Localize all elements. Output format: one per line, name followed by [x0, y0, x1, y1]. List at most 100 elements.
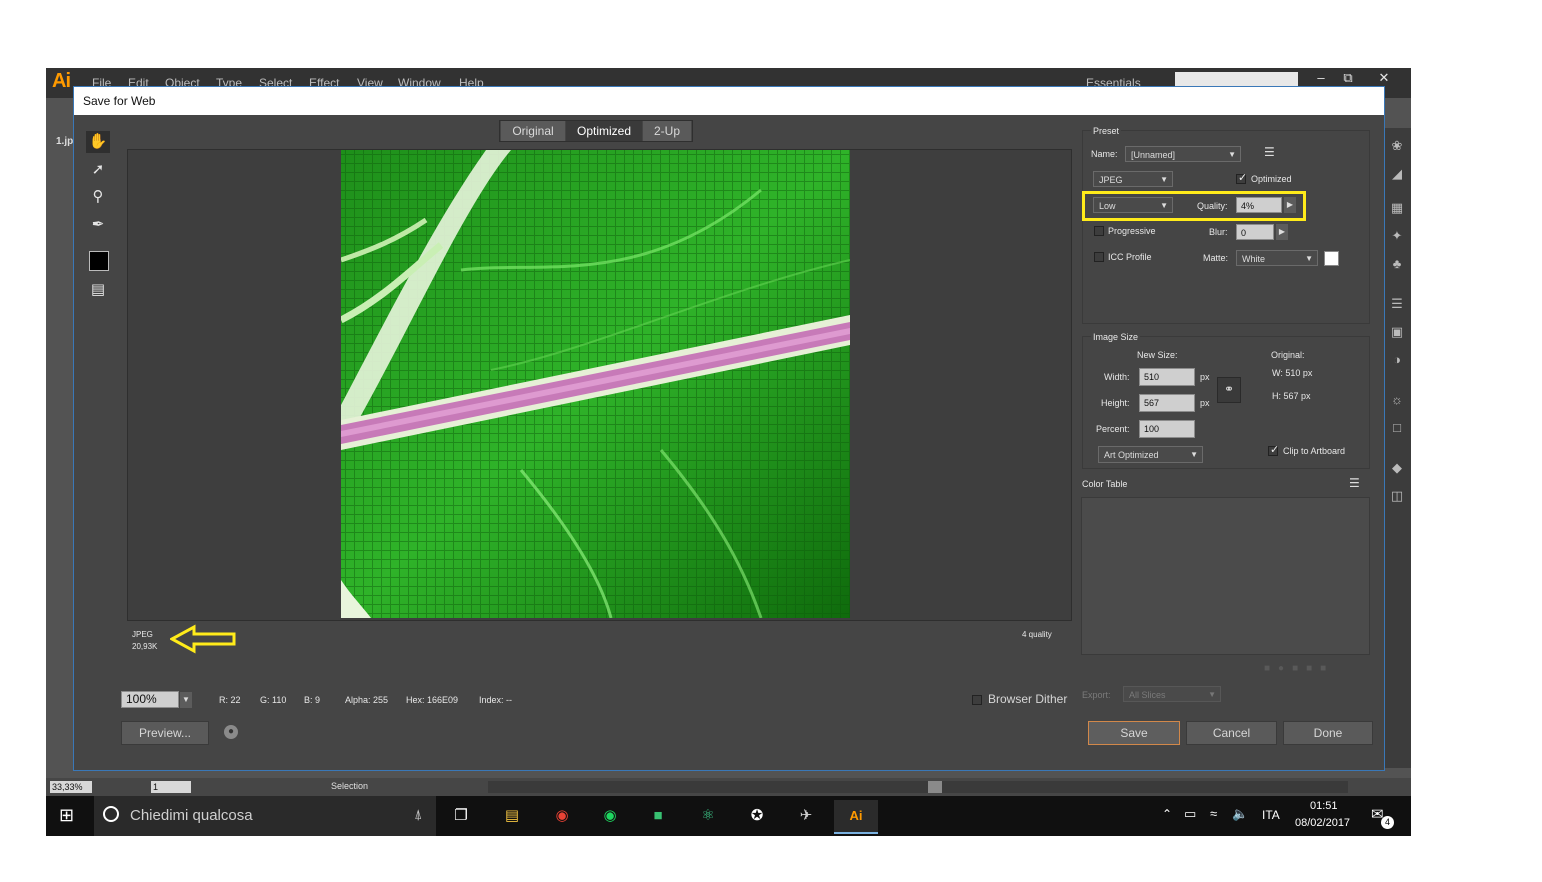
optimized-preview-image[interactable]: [341, 150, 850, 618]
matte-dropdown[interactable]: White ▼: [1236, 250, 1318, 266]
illustrator-taskbar-icon[interactable]: Ai: [834, 800, 878, 834]
slack-icon[interactable]: ✪: [737, 800, 777, 832]
preset-name-dropdown[interactable]: [Unnamed] ▼: [1125, 146, 1241, 162]
progressive-checkbox[interactable]: [1094, 226, 1104, 236]
clip-to-artboard-label: Clip to Artboard: [1283, 446, 1346, 456]
preview-button[interactable]: Preview...: [121, 721, 209, 745]
evernote-icon[interactable]: ■: [638, 800, 678, 832]
windows-start-icon[interactable]: ⊞: [59, 805, 74, 826]
spotify-icon[interactable]: ◉: [590, 800, 630, 832]
restore-icon[interactable]: ⧉: [1336, 70, 1360, 86]
wifi-icon[interactable]: ≈: [1210, 806, 1217, 821]
tab-original[interactable]: Original: [501, 121, 565, 141]
color-table-tools-icon: ■●■■■: [1264, 663, 1335, 674]
chevron-down-icon: ▼: [1228, 150, 1236, 159]
optimized-checkbox[interactable]: [1236, 171, 1247, 184]
matte-color-swatch[interactable]: [1324, 251, 1339, 266]
tab-optimized[interactable]: Optimized: [566, 121, 642, 141]
microphone-icon[interactable]: ⍋: [414, 806, 422, 823]
slice-select-tool-icon[interactable]: ➚: [86, 159, 110, 181]
height-field[interactable]: 567: [1139, 394, 1195, 412]
export-label: Export:: [1082, 690, 1111, 700]
toggle-slices-icon[interactable]: ▤: [86, 279, 110, 301]
volume-icon[interactable]: 🔈: [1232, 806, 1248, 822]
tab-2-up[interactable]: 2-Up: [643, 121, 691, 141]
clock-date[interactable]: 08/02/2017: [1295, 817, 1350, 829]
percent-field[interactable]: 100: [1139, 420, 1195, 438]
layers-icon[interactable]: ◆: [1388, 460, 1406, 475]
readout-index: Index: --: [479, 695, 513, 705]
cortana-icon: [103, 806, 119, 822]
file-explorer-icon[interactable]: ▤: [492, 800, 532, 832]
stroke-icon[interactable]: ☰: [1388, 296, 1406, 311]
icc-profile-checkbox[interactable]: [1094, 252, 1104, 262]
preview-format: JPEG: [132, 630, 153, 639]
quality-slider-icon[interactable]: ▶: [1284, 197, 1296, 213]
minimize-icon[interactable]: –: [1309, 70, 1333, 86]
preset-menu-icon[interactable]: ☰: [1264, 145, 1275, 159]
quality-field[interactable]: 4%: [1236, 197, 1282, 213]
eyedropper-tool-icon[interactable]: ✒: [86, 214, 110, 236]
compression-dropdown[interactable]: Low ▼: [1093, 197, 1173, 213]
taskbar: ⊞ Chiedimi qualcosa ⍋ ❐ ▤ ◉ ◉ ■ ⚛ ✪ ✈ Ai…: [46, 796, 1411, 836]
scroll-thumb[interactable]: [928, 781, 942, 793]
preset-name-label: Name:: [1091, 149, 1118, 159]
graphic-styles-icon[interactable]: ☼: [1388, 392, 1406, 407]
chevron-down-icon: ▼: [1305, 254, 1313, 263]
constrain-proportions-link-icon[interactable]: ⚭: [1217, 377, 1241, 403]
show-hidden-icons-icon[interactable]: ⌃: [1162, 807, 1172, 821]
chevron-down-icon: ▼: [1160, 201, 1168, 210]
zoom-field[interactable]: 100%: [121, 691, 179, 708]
blur-slider-icon[interactable]: ▶: [1276, 224, 1288, 240]
clip-to-artboard-checkbox[interactable]: [1268, 443, 1279, 456]
eyedropper-color-swatch[interactable]: [89, 251, 109, 271]
input-language[interactable]: ITA: [1262, 808, 1280, 822]
symbols-icon[interactable]: ♣: [1388, 256, 1406, 271]
clock-time[interactable]: 01:51: [1310, 800, 1338, 812]
browser-globe-icon[interactable]: ●: [224, 725, 238, 739]
preview-file-size: 20,93K: [132, 642, 158, 651]
cancel-button[interactable]: Cancel: [1186, 721, 1277, 745]
preset-section-title: Preset: [1091, 126, 1122, 136]
artboard-number[interactable]: 1: [151, 781, 191, 793]
search-help-field[interactable]: [1175, 72, 1298, 86]
format-dropdown[interactable]: JPEG ▼: [1093, 171, 1173, 187]
swatches-icon[interactable]: ▦: [1388, 200, 1406, 215]
dialog-title-bar: Save for Web: [74, 87, 1384, 115]
width-field[interactable]: 510: [1139, 368, 1195, 386]
task-view-icon[interactable]: ❐: [441, 800, 481, 832]
artboards-icon[interactable]: □: [1388, 420, 1406, 435]
transparency-icon[interactable]: ▣: [1388, 324, 1406, 339]
horizontal-scrollbar[interactable]: [488, 781, 1348, 793]
chevron-down-icon: ▼: [1208, 690, 1216, 699]
resample-dropdown[interactable]: Art Optimized ▼: [1098, 446, 1203, 463]
links-icon[interactable]: ◫: [1388, 488, 1406, 503]
zoom-dropdown-icon[interactable]: ▼: [180, 692, 192, 708]
atom-icon[interactable]: ⚛: [688, 800, 728, 832]
blur-field[interactable]: 0: [1236, 224, 1274, 240]
brushes-icon[interactable]: ✦: [1388, 228, 1406, 243]
progressive-label: Progressive: [1108, 226, 1156, 236]
close-icon[interactable]: ✕: [1372, 70, 1396, 86]
hand-tool-icon[interactable]: ✋: [86, 131, 110, 153]
percent-label: Percent:: [1096, 424, 1130, 434]
document-tab[interactable]: 1.jp: [56, 136, 73, 147]
zoom-tool-icon[interactable]: ⚲: [86, 186, 110, 208]
done-button[interactable]: Done: [1283, 721, 1373, 745]
cortana-search-box[interactable]: Chiedimi qualcosa ⍋: [94, 796, 436, 836]
chrome-icon[interactable]: ◉: [542, 800, 582, 832]
app-icon[interactable]: ✈: [786, 800, 826, 832]
matte-label: Matte:: [1203, 253, 1229, 263]
gradient-icon[interactable]: ◢: [1388, 166, 1406, 181]
leaf-photo: [341, 150, 850, 618]
color-table[interactable]: [1081, 497, 1370, 655]
zoom-level[interactable]: 33,33%: [50, 781, 92, 793]
save-button[interactable]: Save: [1088, 721, 1180, 745]
battery-icon[interactable]: ▭: [1184, 806, 1196, 822]
dialog-title: Save for Web: [83, 94, 156, 108]
color-table-menu-icon[interactable]: ☰: [1349, 476, 1360, 490]
height-label: Height:: [1101, 398, 1130, 408]
browser-dither-checkbox[interactable]: [972, 695, 982, 705]
appearance-icon[interactable]: ◑: [1388, 352, 1406, 367]
color-guide-icon[interactable]: ❀: [1388, 138, 1406, 153]
